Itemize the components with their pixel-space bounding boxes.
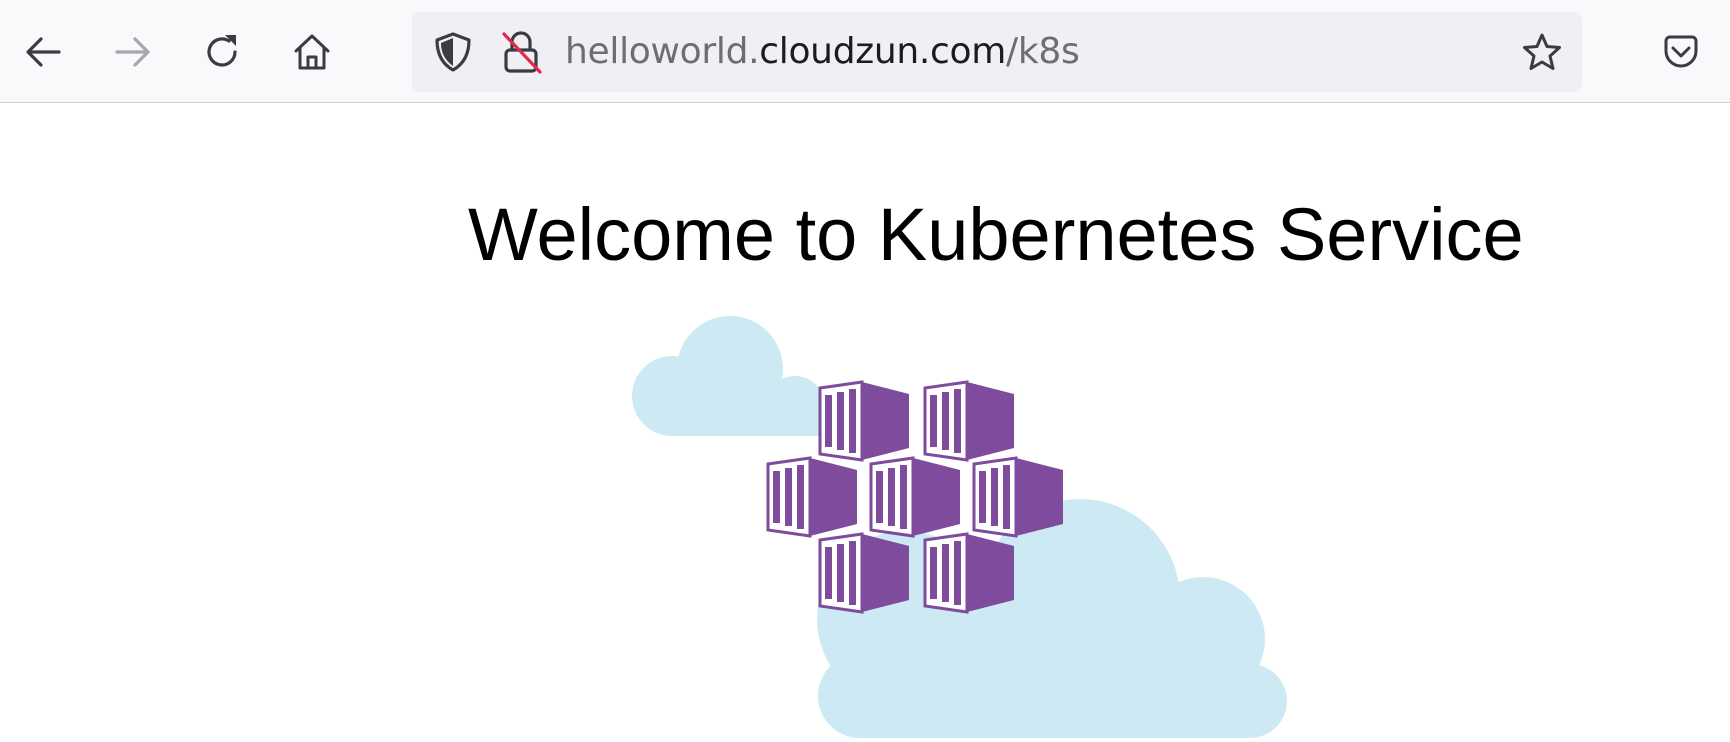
container-icon — [818, 380, 911, 462]
azure-kubernetes-service-logo — [632, 316, 1287, 738]
insecure-lock-icon[interactable] — [500, 28, 544, 76]
pocket-icon — [1664, 35, 1698, 68]
back-arrow-icon — [26, 37, 61, 67]
back-button[interactable] — [13, 22, 73, 82]
container-icon — [923, 532, 1016, 614]
reload-icon — [207, 35, 237, 67]
home-icon — [294, 34, 330, 70]
page-content: Welcome to Kubernetes Service — [0, 104, 1730, 738]
container-icon — [766, 456, 859, 538]
container-icon — [869, 456, 962, 538]
container-icon — [972, 456, 1065, 538]
container-icon — [923, 380, 1016, 462]
star-icon[interactable] — [1521, 31, 1563, 73]
page-title: Welcome to Kubernetes Service — [468, 193, 1524, 276]
forward-arrow-icon — [115, 37, 150, 67]
cloud-left — [632, 316, 825, 436]
pocket-button[interactable] — [1651, 22, 1711, 82]
browser-toolbar: helloworld.cloudzun.com/k8s — [0, 0, 1730, 103]
url-bar[interactable]: helloworld.cloudzun.com/k8s — [412, 12, 1582, 92]
shield-icon[interactable] — [431, 30, 475, 74]
url-path: /k8s — [1006, 31, 1080, 72]
container-icon — [818, 532, 911, 614]
url-subdomain: helloworld. — [565, 31, 760, 72]
home-button[interactable] — [282, 22, 342, 82]
cloud-right — [817, 499, 1287, 738]
forward-button[interactable] — [103, 22, 163, 82]
url-domain: cloudzun.com — [759, 31, 1007, 72]
url-text[interactable]: helloworld.cloudzun.com/k8s — [565, 12, 1080, 92]
reload-button[interactable] — [193, 22, 253, 82]
